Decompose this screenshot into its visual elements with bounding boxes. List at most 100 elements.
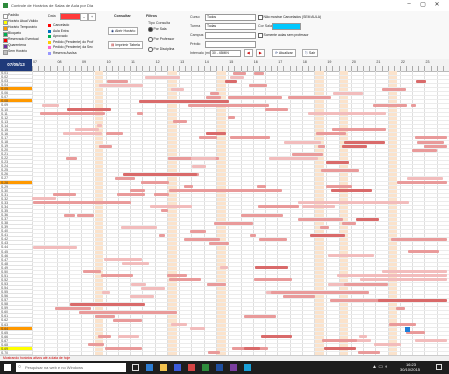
booking-bar[interactable] [191, 156, 217, 160]
booking-bar[interactable] [229, 75, 244, 79]
booking-bar[interactable] [136, 112, 143, 116]
booking-bar[interactable] [64, 213, 75, 217]
exit-button[interactable]: ⎋ Sair [302, 49, 319, 57]
task-view-icon[interactable] [132, 364, 139, 371]
booking-bar[interactable] [390, 237, 447, 241]
edge-icon[interactable] [146, 364, 153, 371]
booking-bar[interactable] [297, 201, 409, 205]
booking-bar[interactable] [154, 193, 169, 197]
booking-bar[interactable] [417, 140, 445, 144]
radio-by-teacher[interactable]: Por Professor [148, 37, 175, 42]
booking-bar[interactable] [244, 314, 276, 318]
maximize-icon[interactable]: ▢ [418, 1, 428, 8]
booking-bar[interactable] [406, 331, 426, 335]
booking-bar[interactable] [275, 205, 284, 209]
booking-bar[interactable] [337, 274, 447, 278]
booking-bar[interactable] [83, 270, 102, 274]
booking-bar[interactable] [33, 201, 131, 205]
radio-by-room[interactable]: Por Sala [148, 27, 167, 32]
booking-bar[interactable] [416, 79, 426, 83]
course-select[interactable]: Todos [205, 14, 256, 21]
booking-bar[interactable] [415, 339, 447, 343]
interval-select[interactable]: 30 - 45MIN [210, 50, 241, 57]
booking-bar[interactable] [360, 278, 447, 282]
booking-bar[interactable] [206, 95, 222, 99]
class-select[interactable]: Todas [205, 23, 256, 30]
booking-bar[interactable] [229, 136, 271, 140]
building-select[interactable] [205, 41, 256, 48]
tray-icons[interactable]: ▲ ▭ ◖ [372, 364, 387, 370]
booking-bar[interactable] [189, 229, 206, 233]
booking-bar[interactable] [254, 278, 292, 282]
booking-bar[interactable] [283, 140, 322, 144]
booking-bar[interactable] [102, 290, 110, 294]
booking-bar[interactable] [158, 233, 165, 237]
selected-cell[interactable] [405, 326, 410, 332]
booking-bar[interactable] [117, 335, 139, 339]
booking-bar[interactable] [382, 87, 406, 91]
booking-bar[interactable] [33, 245, 77, 249]
app-blue-icon[interactable] [244, 364, 251, 371]
start-icon[interactable] [4, 364, 11, 371]
booking-bar[interactable] [112, 319, 142, 322]
print-table-button[interactable]: ▤ Imprimir Tabela [108, 41, 143, 49]
booking-bar[interactable] [298, 217, 343, 221]
booking-bar[interactable] [121, 262, 149, 266]
booking-bar[interactable] [410, 103, 417, 107]
booking-bar[interactable] [407, 250, 440, 254]
booking-bar[interactable] [359, 335, 367, 339]
booking-bar[interactable] [76, 213, 95, 217]
booking-bar[interactable] [256, 185, 267, 189]
no-teacher-checkbox[interactable]: Somente aulas sem professor [258, 33, 309, 38]
booking-bar[interactable] [320, 168, 359, 172]
booking-bar[interactable] [32, 197, 57, 201]
booking-bar[interactable] [302, 205, 335, 209]
booking-bar[interactable] [104, 258, 142, 262]
booking-bar[interactable] [372, 103, 408, 107]
booking-bar[interactable] [209, 241, 230, 245]
booking-bar[interactable] [206, 282, 227, 286]
grid-date[interactable]: 07/05/13 [0, 59, 32, 71]
booking-bar[interactable] [130, 294, 155, 298]
booking-bar[interactable] [320, 225, 330, 229]
close-icon[interactable]: ✕ [432, 1, 442, 8]
schedule-grid[interactable]: 07/05/13 07 08 09 10 11 12 13 14 15 16 17 18 19 20 21 2… [0, 59, 449, 355]
booking-bar[interactable] [98, 144, 112, 148]
booking-bar[interactable] [214, 221, 254, 225]
prev-arrow-button[interactable]: ◀ [244, 49, 253, 57]
open-schedule-button[interactable]: ◉ Abrir Horário [108, 27, 139, 35]
booking-bar[interactable] [95, 314, 116, 318]
booking-bar[interactable] [332, 91, 364, 95]
booking-bar[interactable] [219, 266, 229, 270]
excel-icon[interactable] [202, 364, 209, 371]
booking-bar[interactable] [292, 152, 324, 156]
booking-bar[interactable] [67, 108, 112, 112]
booking-bar[interactable] [341, 221, 357, 225]
store-icon[interactable] [174, 364, 181, 371]
booking-bar[interactable] [264, 108, 289, 112]
booking-bar[interactable] [341, 144, 367, 148]
booking-bar[interactable] [269, 156, 318, 160]
booking-bar[interactable] [144, 75, 181, 79]
booking-bar[interactable] [52, 193, 76, 197]
booking-bar[interactable] [40, 112, 105, 116]
refresh-button[interactable]: ⟳ Atualizar [272, 49, 296, 57]
booking-bar[interactable] [130, 189, 145, 193]
app-red-icon[interactable] [188, 364, 195, 371]
booking-bar[interactable] [248, 83, 267, 87]
search-box[interactable]: ○ Pesquisar na web e no Windows [16, 363, 126, 372]
booking-bar[interactable] [249, 233, 257, 237]
booking-bar[interactable] [169, 189, 283, 193]
booking-bar[interactable] [261, 335, 292, 339]
booking-bar[interactable] [317, 144, 325, 148]
booking-bar[interactable] [241, 213, 284, 217]
booking-bar[interactable] [189, 327, 206, 331]
date-field[interactable] [60, 13, 81, 20]
booking-bar[interactable] [41, 103, 60, 107]
booking-bar[interactable] [323, 347, 356, 351]
booking-bar[interactable] [87, 343, 105, 347]
notification-icon[interactable] [436, 364, 442, 370]
booking-bar[interactable] [104, 347, 143, 351]
room-color-field[interactable] [272, 23, 301, 30]
booking-bar[interactable] [228, 95, 282, 99]
